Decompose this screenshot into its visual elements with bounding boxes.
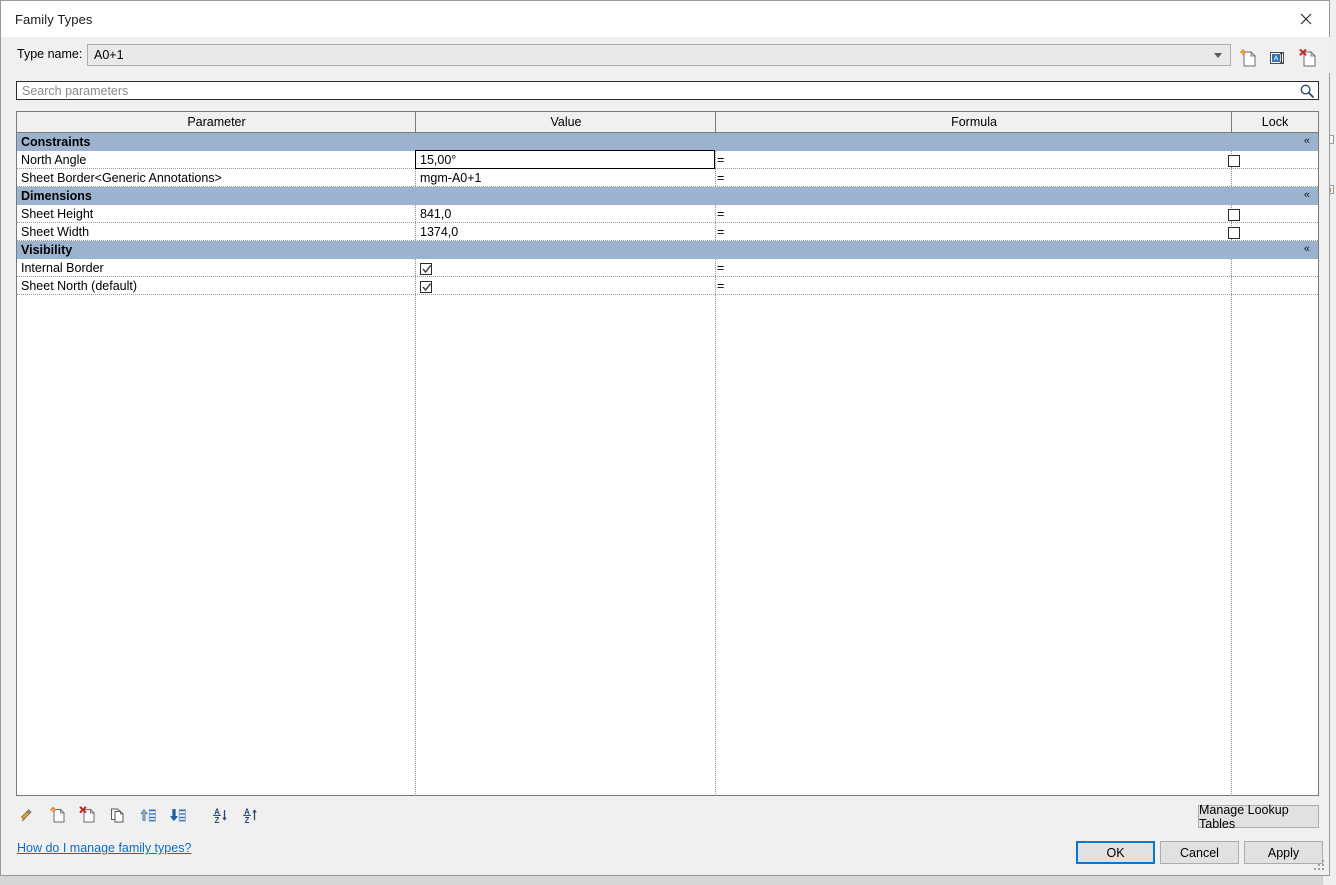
new-parameter-button[interactable]	[46, 803, 70, 827]
group-header-row[interactable]: Visibility «	[17, 241, 1318, 259]
parameter-value[interactable]: 841,0	[420, 207, 451, 221]
group-name: Visibility	[21, 243, 73, 257]
svg-text:Z: Z	[215, 816, 220, 825]
move-down-button[interactable]	[166, 803, 190, 827]
value-checkbox[interactable]	[420, 263, 432, 275]
formula-equals[interactable]: =	[717, 171, 724, 185]
table-header-row: Parameter Value Formula Lock	[17, 112, 1318, 133]
parameter-value[interactable]: mgm-A0+1	[420, 171, 481, 185]
svg-text:Z: Z	[245, 816, 250, 825]
ok-button[interactable]: OK	[1076, 841, 1155, 864]
move-down-icon	[170, 809, 186, 822]
manage-family-types-help-link[interactable]: How do I manage family types?	[17, 841, 191, 855]
parameter-value[interactable]: 1374,0	[420, 225, 458, 239]
group-name: Dimensions	[21, 189, 92, 203]
delete-type-button[interactable]	[1297, 47, 1321, 71]
table-row[interactable]: Sheet Width 1374,0 =	[17, 223, 1318, 241]
chevron-up-icon[interactable]: «	[1304, 136, 1310, 147]
chevron-up-icon[interactable]: «	[1304, 190, 1310, 201]
parameter-name: North Angle	[21, 153, 87, 167]
duplicate-parameter-button[interactable]	[106, 803, 130, 827]
rename-type-button[interactable]: A	[1267, 47, 1291, 71]
check-icon	[422, 265, 432, 274]
table-row[interactable]: Sheet North (default) =	[17, 277, 1318, 295]
column-header-lock[interactable]: Lock	[1232, 112, 1318, 132]
parameters-table: Parameter Value Formula Lock Constraints…	[16, 111, 1319, 796]
family-types-dialog: Family Types Type name: A0+1 A Search pa…	[0, 0, 1331, 876]
move-up-button[interactable]	[136, 803, 160, 827]
group-name: Constraints	[21, 135, 91, 149]
delete-parameter-icon	[79, 806, 95, 823]
value-edit-field[interactable]: 15,00°	[415, 150, 715, 169]
edit-parameter-icon	[20, 809, 32, 822]
move-up-icon	[140, 808, 156, 822]
parameter-name: Sheet Border<Generic Annotations>	[21, 171, 222, 185]
new-parameter-icon	[50, 806, 65, 823]
new-type-icon	[1240, 49, 1256, 67]
sort-descending-icon: A Z	[213, 808, 227, 825]
column-label-lock: Lock	[1261, 115, 1289, 129]
formula-equals[interactable]: =	[717, 153, 724, 167]
group-header-row[interactable]: Constraints «	[17, 133, 1318, 151]
value-text: 15,00°	[420, 153, 457, 167]
table-body: Constraints « North Angle 15,00° = Sheet…	[17, 133, 1318, 795]
search-icon[interactable]	[1299, 83, 1315, 102]
lock-checkbox[interactable]	[1228, 227, 1240, 239]
value-checkbox[interactable]	[420, 281, 432, 293]
type-name-row: Type name: A0+1	[1, 37, 1331, 73]
formula-equals[interactable]: =	[717, 207, 724, 221]
parameter-name: Sheet North (default)	[21, 279, 138, 293]
column-label-value: Value	[550, 115, 582, 129]
delete-parameter-button[interactable]	[76, 803, 100, 827]
close-icon	[1300, 13, 1312, 24]
search-placeholder: Search parameters	[22, 84, 129, 98]
column-label-parameter: Parameter	[187, 115, 246, 129]
sort-ascending-button[interactable]: A Z	[238, 803, 262, 827]
chevron-up-icon[interactable]: «	[1304, 244, 1310, 255]
lock-checkbox[interactable]	[1228, 209, 1240, 221]
column-label-formula: Formula	[951, 115, 997, 129]
resize-grip[interactable]	[1314, 860, 1326, 872]
apply-button[interactable]: Apply	[1244, 841, 1323, 864]
table-row[interactable]: Sheet Border<Generic Annotations> mgm-A0…	[17, 169, 1318, 187]
cancel-button[interactable]: Cancel	[1160, 841, 1239, 864]
edit-parameter-button[interactable]	[16, 803, 40, 827]
sort-ascending-icon: A Z	[243, 808, 257, 825]
sort-descending-button[interactable]: A Z	[208, 803, 232, 827]
formula-equals[interactable]: =	[717, 261, 724, 275]
table-row[interactable]: Internal Border =	[17, 259, 1318, 277]
formula-equals[interactable]: =	[717, 279, 724, 293]
title-bar: Family Types	[1, 1, 1329, 37]
search-parameters-input[interactable]: Search parameters	[16, 81, 1319, 100]
window-title: Family Types	[15, 12, 93, 27]
lock-checkbox[interactable]	[1228, 155, 1240, 167]
manage-lookup-tables-button[interactable]: Manage Lookup Tables	[1198, 803, 1319, 831]
rename-type-icon: A	[1270, 52, 1284, 64]
type-name-value: A0+1	[94, 48, 124, 62]
column-header-formula[interactable]: Formula	[716, 112, 1232, 132]
parameter-name: Sheet Width	[21, 225, 90, 239]
parameter-name: Sheet Height	[21, 207, 94, 221]
parameter-name: Internal Border	[21, 261, 104, 275]
column-header-parameter[interactable]: Parameter	[17, 112, 416, 132]
table-row[interactable]: Sheet Height 841,0 =	[17, 205, 1318, 223]
duplicate-parameter-icon	[111, 808, 124, 823]
svg-text:A: A	[1273, 54, 1278, 63]
type-name-label: Type name:	[17, 47, 83, 61]
new-type-button[interactable]	[1237, 47, 1261, 71]
column-header-value[interactable]: Value	[416, 112, 716, 132]
delete-type-icon	[1299, 49, 1316, 67]
close-button[interactable]	[1283, 1, 1329, 36]
chevron-down-icon	[1214, 53, 1222, 58]
check-icon	[422, 283, 432, 292]
table-row[interactable]: North Angle 15,00° =	[17, 150, 1318, 169]
formula-equals[interactable]: =	[717, 225, 724, 239]
type-name-combobox[interactable]: A0+1	[87, 44, 1231, 66]
group-header-row[interactable]: Dimensions «	[17, 187, 1318, 205]
